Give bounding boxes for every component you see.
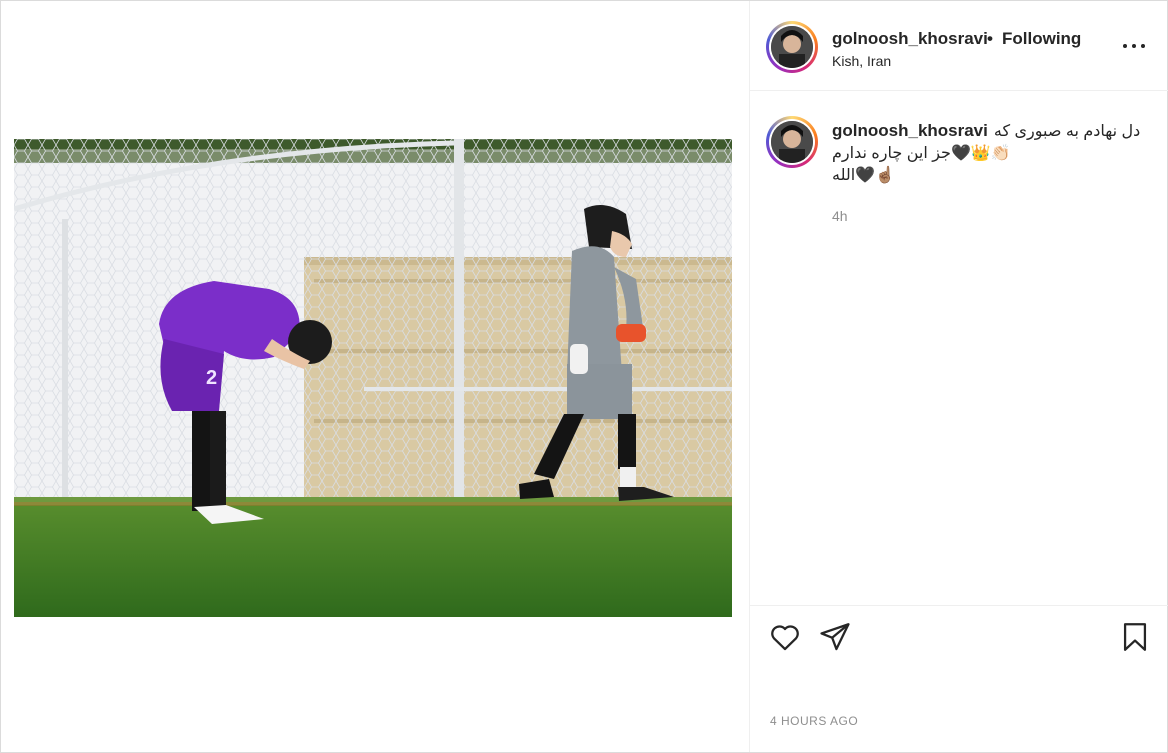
football-goalkeepers-photo: 2 [14,139,732,617]
avatar[interactable] [766,21,818,73]
post-caption: golnoosh_khosravi دل نهادم به صبوری که 👏🏻… [832,120,1152,187]
caption-age[interactable]: 4h [832,208,848,224]
caption-avatar[interactable] [766,116,818,168]
svg-text:2: 2 [206,367,217,389]
heart-icon[interactable] [768,620,802,654]
comments-area: golnoosh_khosravi دل نهادم به صبوری که 👏🏻… [750,92,1168,605]
paper-plane-icon[interactable] [818,620,852,654]
separator-dot: • [987,29,993,48]
post-media: 2 [1,1,749,752]
more-options-icon[interactable] [1122,37,1148,55]
caption-line-3: ☝🏽🖤الله [832,167,896,184]
post-side-panel: golnoosh_khosravi • Following Kish, Iran [749,1,1168,752]
post-timestamp[interactable]: 4 HOURS AGO [770,714,858,728]
action-bar [750,605,1168,665]
post-photo[interactable]: 2 [14,139,732,617]
caption-username-link[interactable]: golnoosh_khosravi [832,121,988,140]
caption-line-2: 👏🏻👑🖤جز این چاره ندارم [832,145,1011,162]
username-link[interactable]: golnoosh_khosravi [832,29,988,49]
caption-line-1: دل نهادم به صبوری که [993,123,1141,140]
location-link[interactable]: Kish, Iran [832,53,891,69]
following-button[interactable]: Following [1002,29,1081,49]
bookmark-icon[interactable] [1118,620,1152,654]
post-dialog: 2 golnoosh_khosravi • Following Kish, Ir… [0,0,1168,753]
post-header: golnoosh_khosravi • Following Kish, Iran [750,1,1168,91]
